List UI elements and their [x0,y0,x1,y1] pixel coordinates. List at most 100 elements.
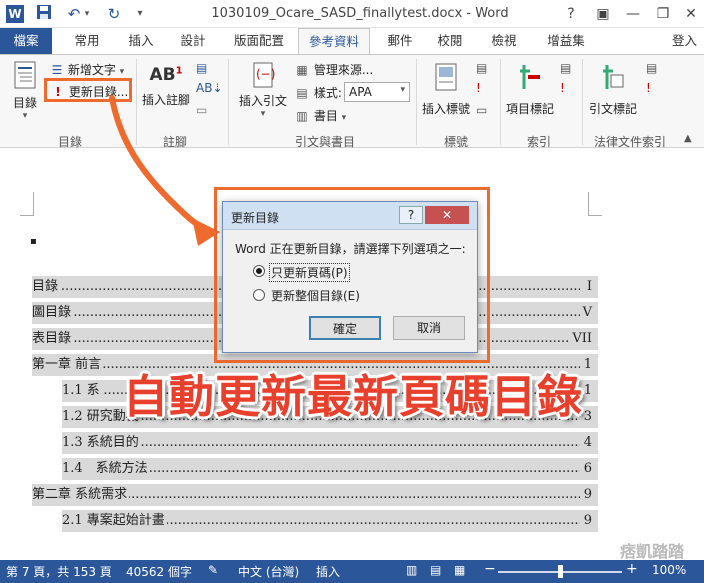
toc-dropdown-icon: ▾ [22,111,28,121]
mark-entry-label: 項目標記 [505,102,554,116]
update-index-icon[interactable]: ! [560,81,565,95]
insert-citation-dropdown-icon: ▾ [260,109,266,119]
toc-entry-label: 目錄 [32,279,61,294]
zoom-slider-thumb[interactable] [558,565,563,578]
manage-sources-button[interactable]: ▦ 管理來源... [294,61,373,78]
status-bar: 第 7 頁，共 153 頁 40562 個字 ✎ 中文 (台灣) 插入 ▥ ▤ … [0,560,704,583]
toc-entry[interactable]: ........................................… [62,432,598,454]
insert-citation-button[interactable]: (−) 插入引文 ▾ [236,61,290,119]
dialog-help-button[interactable]: ? [399,206,423,224]
tab-design[interactable]: 設計 [170,28,216,54]
add-text-label: 新增文字 [67,63,116,77]
toc-entry[interactable]: ........................................… [62,510,598,532]
tab-view[interactable]: 檢視 [484,28,524,54]
option-entire-table[interactable]: 更新整個目錄(E) [253,286,453,304]
restore-icon[interactable]: ❐ [648,2,678,26]
bibliography-label: 書目 [313,109,338,123]
insert-citation-label: 插入引文 [238,94,287,108]
save-icon[interactable] [34,4,54,24]
insert-citation-icon: (−) [253,62,275,88]
tab-insert[interactable]: 插入 [118,28,164,54]
toc-entry[interactable]: ........................................… [32,484,598,506]
proofing-icon[interactable]: ✎ [208,563,218,577]
watermark: 痞凱踏踏 [620,542,685,560]
tab-home[interactable]: 常用 [64,28,110,54]
update-table-icon[interactable]: ! [476,81,481,95]
toc-entry-label: 表目錄 [32,331,74,346]
toc-button[interactable]: 目錄 ▾ [8,61,42,125]
ok-button[interactable]: 確定 [309,316,381,340]
help-icon[interactable]: ? [556,2,586,26]
promo-banner: 自動更新最新頁碼目錄 [122,370,583,423]
option-entire-label[interactable]: 更新整個目錄(E) [271,287,360,304]
insert-table-of-figures-icon[interactable]: ▤ [476,61,487,75]
group-divider [416,59,417,145]
toc-entry-label: 圖目錄 [32,305,74,320]
add-text-button[interactable]: ☰ 新增文字 ▾ [50,61,125,78]
undo-icon[interactable]: ↶ [64,4,84,24]
tab-review[interactable]: 校閱 [430,28,470,54]
page-margin-mark [588,192,602,216]
toc-entry-page: 4 [581,432,592,454]
tab-addins[interactable]: 增益集 [538,28,594,54]
mark-citation-icon [603,65,624,89]
toc-entry[interactable]: ........................................… [62,458,598,480]
minimize-icon[interactable]: — [618,2,648,26]
option-pages-label[interactable]: 只更新頁碼(P) [269,263,350,282]
insert-mode[interactable]: 插入 [316,563,340,580]
signin-link[interactable]: 登入 [672,28,704,54]
undo-dropdown-icon[interactable]: ▾ [82,4,92,24]
dialog-prompt: Word 正在更新目錄，請選擇下列選項之一: [235,242,466,256]
toc-entry-page: V [580,302,592,324]
insert-index-icon[interactable]: ▤ [560,61,571,75]
insert-caption-button[interactable]: 插入標號 [420,63,472,117]
redo-icon[interactable]: ↻ [104,4,124,24]
option-pages-only[interactable]: 只更新頁碼(P) [253,262,453,282]
title-bar: W ↶ ▾ ↻ ▾ 1030109_Ocare_SASD_finallytest… [0,0,704,28]
update-authorities-icon[interactable]: ! [646,81,651,95]
group-divider [500,59,501,145]
insert-table-of-authorities-icon[interactable]: ▤ [646,61,657,75]
mark-entry-icon [520,65,540,89]
style-select-dropdown-icon: ▾ [400,85,405,95]
option-pages-radio[interactable] [253,265,265,277]
ribbon-tabs: 檔案 常用 插入 設計 版面配置 參考資料 郵件 校閱 檢視 增益集 登入 [0,28,704,55]
add-text-dropdown-icon: ▾ [119,67,125,77]
insert-endnote-icon[interactable]: ▤ [196,61,207,75]
style-select[interactable]: APA ▾ [344,82,410,102]
dialog-close-button[interactable]: ✕ [425,206,469,224]
toc-entry-page: 9 [581,510,592,532]
page-count[interactable]: 第 7 頁，共 153 頁 [6,563,112,580]
tab-file[interactable]: 檔案 [0,28,52,54]
cancel-button[interactable]: 取消 [393,316,465,340]
web-layout-icon[interactable]: ▦ [454,563,465,577]
toc-entry-page: I [584,276,592,298]
ribbon-display-options-icon[interactable]: ▣ [588,2,618,26]
customize-toolbar-icon[interactable]: ▾ [130,4,150,24]
cross-reference-icon[interactable]: ▭ [476,103,487,117]
zoom-level[interactable]: 100% [652,563,686,577]
collapse-ribbon-icon[interactable]: ▲ [684,133,692,144]
tab-mailings[interactable]: 郵件 [380,28,420,54]
close-icon[interactable]: ✕ [676,2,704,26]
insert-caption-label: 插入標號 [421,102,470,116]
zoom-out-button[interactable]: − [484,561,496,577]
footnote-icon-sup: 1 [175,65,183,77]
language-indicator[interactable]: 中文 (台灣) [238,563,299,580]
manage-sources-label: 管理來源... [313,63,374,77]
toc-entry-label: 2.1 專案起始計畫 [62,513,167,528]
word-count[interactable]: 40562 個字 [126,563,192,580]
tab-references[interactable]: 參考資料 [298,28,370,55]
bibliography-button[interactable]: ▥ 書目 ▾ [294,107,346,124]
print-layout-icon[interactable]: ▤ [430,563,441,577]
mark-citation-button[interactable]: 引文標記 [586,63,640,117]
toc-entry-page: 6 [581,458,592,480]
mark-entry-button[interactable]: 項目標記 [504,63,556,117]
word-logo-icon[interactable]: W [6,5,24,23]
toc-entry-page: 9 [581,484,592,506]
read-mode-icon[interactable]: ▥ [406,563,417,577]
tab-layout[interactable]: 版面配置 [226,28,292,54]
zoom-in-button[interactable]: + [626,561,638,577]
option-entire-radio[interactable] [253,289,265,301]
group-divider [582,59,583,145]
